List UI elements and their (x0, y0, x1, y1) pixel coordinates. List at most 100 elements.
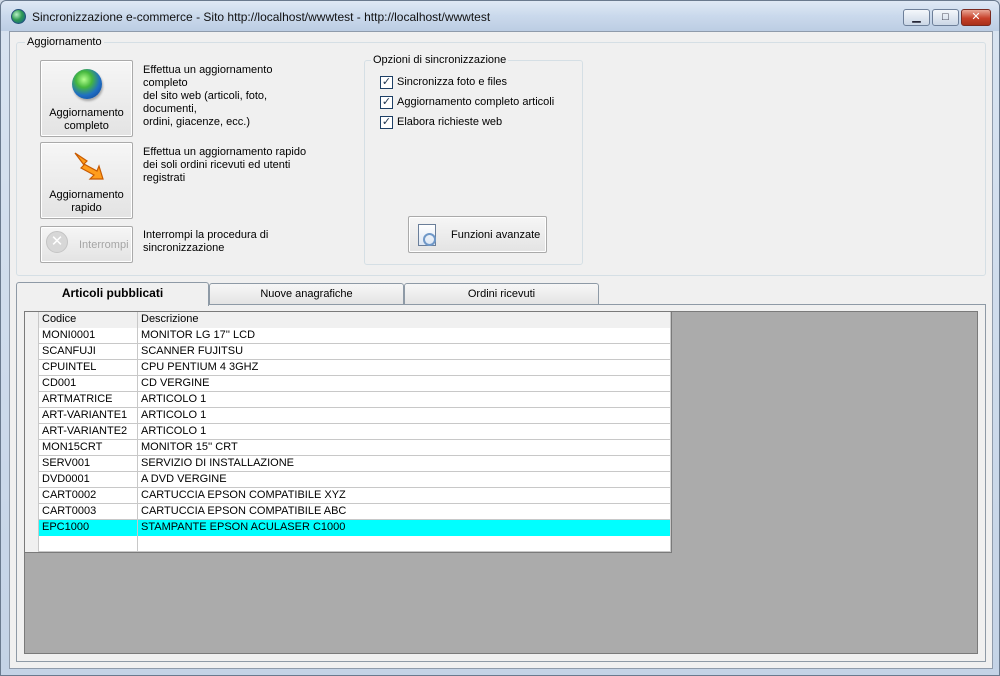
quick-update-button[interactable]: Aggiornamento rapido (40, 142, 133, 219)
quick-update-label-1: Aggiornamento (49, 189, 124, 201)
table-row[interactable]: EPC1000 STAMPANTE EPSON ACULASER C1000 (25, 520, 671, 536)
title-bar[interactable]: Sincronizzazione e-commerce - Sito http:… (1, 1, 999, 31)
row-selector[interactable] (25, 392, 39, 408)
row-selector[interactable] (25, 408, 39, 424)
cell-descrizione[interactable]: MONITOR LG 17'' LCD (138, 328, 671, 344)
cell-descrizione[interactable]: ARTICOLO 1 (138, 392, 671, 408)
row-selector[interactable] (25, 360, 39, 376)
advanced-functions-button[interactable]: Funzioni avanzate (408, 216, 547, 253)
advanced-functions-label: Funzioni avanzate (451, 229, 541, 241)
app-globe-icon (11, 9, 26, 24)
cell-descrizione[interactable] (138, 536, 671, 552)
full-update-label-1: Aggiornamento (49, 107, 124, 119)
quick-update-description: Effettua un aggiornamento rapido dei sol… (143, 146, 318, 185)
table-row[interactable] (25, 536, 671, 552)
column-header-codice[interactable]: Codice (39, 312, 138, 328)
tab-articoli-pubblicati[interactable]: Articoli pubblicati (16, 282, 209, 306)
sync-options-label: Opzioni di sincronizzazione (371, 54, 509, 66)
tab-panel: Codice Descrizione MONI0001 MONITOR LG 17… (16, 304, 986, 662)
cell-descrizione[interactable]: SCANNER FUJITSU (138, 344, 671, 360)
lightning-icon (71, 149, 105, 187)
stop-desc-line: sincronizzazione (143, 242, 225, 254)
table-row[interactable]: DVD0001 A DVD VERGINE (25, 472, 671, 488)
table-row[interactable]: MON15CRT MONITOR 15'' CRT (25, 440, 671, 456)
checkbox-sync-photos[interactable]: ✓ (380, 76, 393, 89)
cell-descrizione[interactable]: STAMPANTE EPSON ACULASER C1000 (138, 520, 671, 536)
table-row[interactable]: MONI0001 MONITOR LG 17'' LCD (25, 328, 671, 344)
row-selector[interactable] (25, 376, 39, 392)
stop-button[interactable]: ✕ Interrompi (40, 226, 133, 263)
table-row[interactable]: SERV001 SERVIZIO DI INSTALLAZIONE (25, 456, 671, 472)
cell-descrizione[interactable]: A DVD VERGINE (138, 472, 671, 488)
row-selector[interactable] (25, 440, 39, 456)
globe-icon (72, 69, 102, 99)
maximize-button[interactable]: □ (932, 9, 959, 26)
table-row[interactable]: CART0002 CARTUCCIA EPSON COMPATIBILE XYZ (25, 488, 671, 504)
checkbox-web-requests[interactable]: ✓ (380, 116, 393, 129)
cell-codice[interactable]: MON15CRT (39, 440, 138, 456)
sync-options-group: Opzioni di sincronizzazione ✓ Sincronizz… (364, 54, 583, 265)
cell-descrizione[interactable]: SERVIZIO DI INSTALLAZIONE (138, 456, 671, 472)
tab-nuove-anagrafiche[interactable]: Nuove anagrafiche (209, 283, 404, 305)
cell-codice[interactable]: SERV001 (39, 456, 138, 472)
row-selector[interactable] (25, 424, 39, 440)
cell-descrizione[interactable]: CARTUCCIA EPSON COMPATIBILE XYZ (138, 488, 671, 504)
row-selector[interactable] (25, 328, 39, 344)
option-label: Elabora richieste web (397, 116, 503, 128)
full-update-desc-line: del sito web (articoli, foto, documenti, (143, 90, 268, 115)
table-row[interactable]: CPUINTEL CPU PENTIUM 4 3GHZ (25, 360, 671, 376)
cell-codice[interactable]: CART0002 (39, 488, 138, 504)
cell-codice[interactable] (39, 536, 138, 552)
cell-codice[interactable]: DVD0001 (39, 472, 138, 488)
row-selector[interactable] (25, 472, 39, 488)
cell-descrizione[interactable]: MONITOR 15'' CRT (138, 440, 671, 456)
table-row[interactable]: CD001 CD VERGINE (25, 376, 671, 392)
row-selector[interactable] (25, 536, 39, 552)
articles-grid[interactable]: Codice Descrizione MONI0001 MONITOR LG 17… (25, 312, 672, 553)
main-window: Sincronizzazione e-commerce - Sito http:… (0, 0, 1000, 676)
cell-codice[interactable]: CART0003 (39, 504, 138, 520)
table-row[interactable]: CART0003 CARTUCCIA EPSON COMPATIBILE ABC (25, 504, 671, 520)
row-selector[interactable] (25, 504, 39, 520)
cell-descrizione[interactable]: CPU PENTIUM 4 3GHZ (138, 360, 671, 376)
table-row[interactable]: SCANFUJI SCANNER FUJITSU (25, 344, 671, 360)
column-header-descrizione[interactable]: Descrizione (138, 312, 671, 328)
cell-codice[interactable]: SCANFUJI (39, 344, 138, 360)
row-selector[interactable] (25, 520, 39, 536)
option-label: Sincronizza foto e files (397, 76, 508, 88)
full-update-desc-line: Effettua un aggiornamento completo (143, 64, 273, 89)
quick-update-desc-line: Effettua un aggiornamento rapido (143, 146, 307, 158)
client-area: Aggiornamento Aggiornamento completo Eff… (9, 31, 993, 669)
table-row[interactable]: ART-VARIANTE2 ARTICOLO 1 (25, 424, 671, 440)
row-selector[interactable] (25, 344, 39, 360)
cell-codice[interactable]: CPUINTEL (39, 360, 138, 376)
row-selector-header (25, 312, 39, 328)
cell-descrizione[interactable]: CARTUCCIA EPSON COMPATIBILE ABC (138, 504, 671, 520)
cell-descrizione[interactable]: ARTICOLO 1 (138, 408, 671, 424)
cell-codice[interactable]: ART-VARIANTE2 (39, 424, 138, 440)
quick-update-desc-line: registrati (143, 172, 186, 184)
grid-area[interactable]: Codice Descrizione MONI0001 MONITOR LG 17… (24, 311, 978, 654)
cell-descrizione[interactable]: CD VERGINE (138, 376, 671, 392)
cell-codice[interactable]: ART-VARIANTE1 (39, 408, 138, 424)
document-gear-icon (418, 224, 436, 246)
cell-codice[interactable]: ARTMATRICE (39, 392, 138, 408)
update-group-label: Aggiornamento (25, 36, 104, 48)
table-row[interactable]: ART-VARIANTE1 ARTICOLO 1 (25, 408, 671, 424)
row-selector[interactable] (25, 456, 39, 472)
option-label: Aggiornamento completo articoli (397, 96, 555, 108)
window-title: Sincronizzazione e-commerce - Sito http:… (32, 10, 491, 24)
row-selector[interactable] (25, 488, 39, 504)
close-button[interactable]: ✕ (961, 9, 991, 26)
checkbox-full-articles[interactable]: ✓ (380, 96, 393, 109)
cell-codice[interactable]: EPC1000 (39, 520, 138, 536)
grid-header: Codice Descrizione (25, 312, 671, 328)
tab-ordini-ricevuti[interactable]: Ordini ricevuti (404, 283, 599, 305)
cell-descrizione[interactable]: ARTICOLO 1 (138, 424, 671, 440)
full-update-button[interactable]: Aggiornamento completo (40, 60, 133, 137)
table-row[interactable]: ARTMATRICE ARTICOLO 1 (25, 392, 671, 408)
minimize-button[interactable]: ▁ (903, 9, 930, 26)
stop-button-label: Interrompi (79, 239, 129, 251)
cell-codice[interactable]: CD001 (39, 376, 138, 392)
cell-codice[interactable]: MONI0001 (39, 328, 138, 344)
